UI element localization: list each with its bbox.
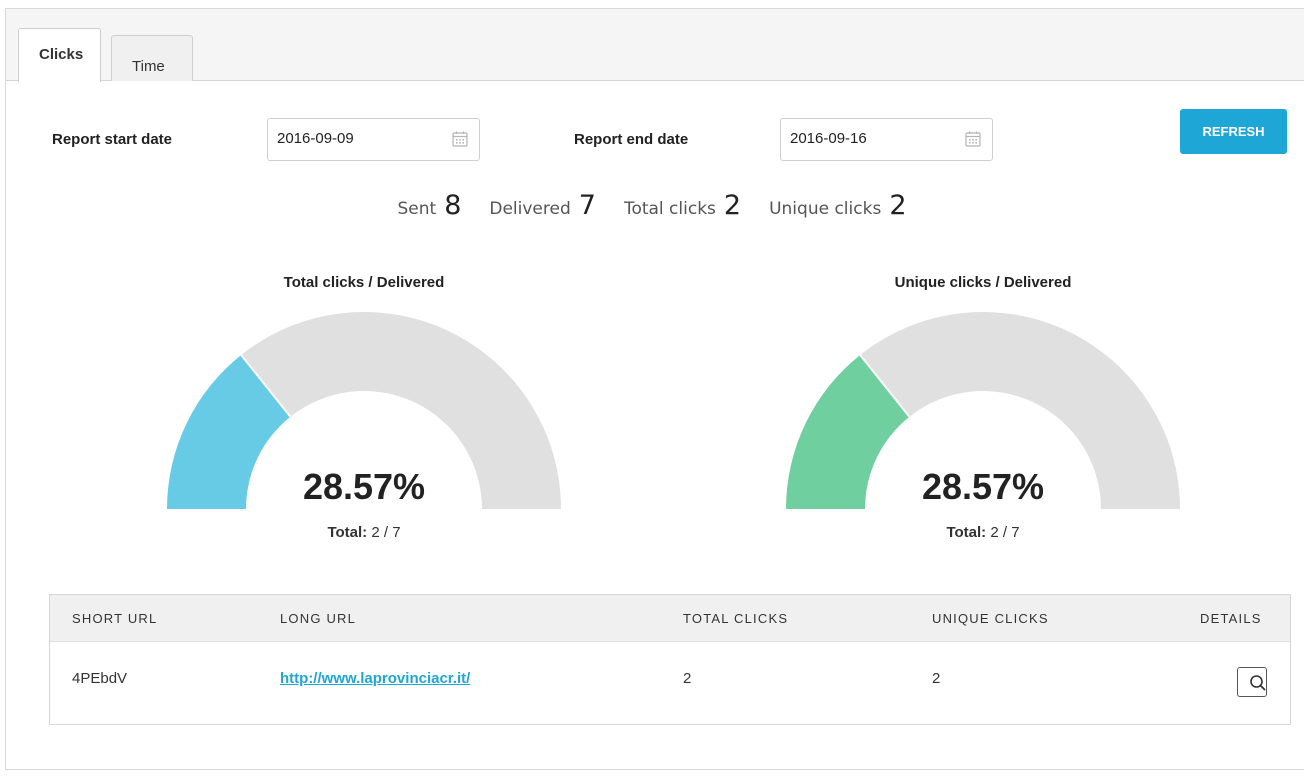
delivered-value: 7: [578, 190, 596, 221]
total-clicks-value: 2: [723, 190, 742, 221]
gauge-total-value: 2 / 7: [990, 524, 1020, 541]
sent-value: 8: [444, 190, 462, 221]
gauge-title: Total clicks / Delivered: [283, 274, 445, 291]
unique-clicks-cell: 2: [932, 670, 941, 687]
tab-clicks[interactable]: Clicks: [18, 28, 101, 82]
gauge-total: Total: 2 / 7: [773, 524, 1193, 541]
total-clicks-cell: 2: [683, 670, 692, 687]
gauge-total-value: 2 / 7: [371, 524, 401, 541]
header-details: DETAILS: [1200, 611, 1262, 626]
header-unique-clicks: UNIQUE CLICKS: [932, 611, 1049, 626]
total-clicks-label: Total clicks: [623, 199, 716, 219]
sent-label: Sent: [397, 199, 437, 219]
urls-table: SHORT URL LONG URL TOTAL CLICKS UNIQUE C…: [49, 594, 1291, 725]
header-short-url: SHORT URL: [72, 611, 158, 626]
calendar-icon[interactable]: [965, 131, 981, 147]
delivered-label: Delivered: [489, 199, 571, 219]
long-url-link[interactable]: http://www.laprovinciacr.it/: [280, 670, 470, 687]
gauge-total-label: Total:: [327, 524, 368, 541]
header-total-clicks: TOTAL CLICKS: [683, 611, 789, 626]
start-date-label: Report start date: [52, 131, 173, 148]
tab-bar: Clicks Time: [6, 9, 1304, 82]
gauge-percent: 28.57%: [921, 466, 1045, 507]
search-icon: [1250, 675, 1266, 691]
details-button[interactable]: [1237, 667, 1267, 697]
gauge-total-label: Total:: [946, 524, 987, 541]
long-url-cell: http://www.laprovinciacr.it/: [280, 670, 470, 687]
end-date-label: Report end date: [574, 131, 689, 148]
gauge-title: Unique clicks / Delivered: [894, 274, 1072, 291]
short-url-cell: 4PEbdV: [72, 670, 128, 687]
end-date-field[interactable]: [780, 118, 993, 161]
calendar-icon[interactable]: [452, 131, 468, 147]
start-date-field[interactable]: [267, 118, 480, 161]
gauge-percent: 28.57%: [302, 466, 426, 507]
summary-stats: Sent 8 Delivered 7 Total clicks 2 Unique click…: [0, 190, 1304, 221]
gauge-total: Total: 2 / 7: [154, 524, 574, 541]
start-date-input[interactable]: [277, 130, 437, 147]
table-header: SHORT URL LONG URL TOTAL CLICKS UNIQUE C…: [50, 595, 1290, 642]
header-long-url: LONG URL: [280, 611, 357, 626]
refresh-button[interactable]: REFRESH: [1180, 109, 1287, 154]
unique-clicks-label: Unique clicks: [769, 199, 882, 219]
unique-clicks-value: 2: [889, 190, 907, 221]
tab-time[interactable]: Time: [111, 35, 193, 81]
gauge-total-clicks: Total clicks / Delivered 28.57% Total: 2…: [154, 274, 574, 574]
end-date-input[interactable]: [790, 130, 950, 147]
gauge-unique-clicks: Unique clicks / Delivered 28.57% Total: …: [773, 274, 1193, 574]
